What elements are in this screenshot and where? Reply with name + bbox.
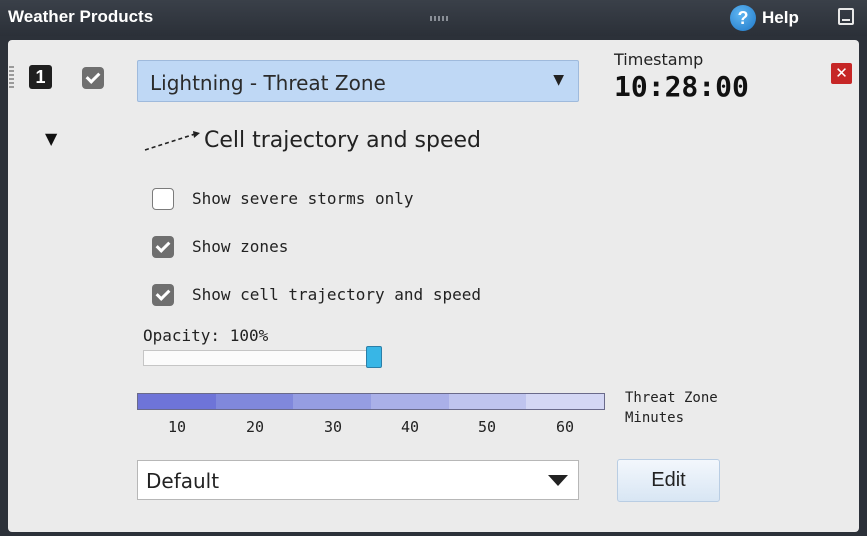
threat-zone-color-scale xyxy=(137,393,605,410)
severe-storms-checkbox[interactable] xyxy=(152,188,174,210)
scale-color-segment xyxy=(526,394,605,409)
scale-color-segment xyxy=(371,394,449,409)
scale-tick-label: 50 xyxy=(477,418,497,436)
scale-tick-label: 10 xyxy=(167,418,187,436)
product-dropdown-value: Lightning - Threat Zone xyxy=(150,71,386,95)
minimize-icon[interactable] xyxy=(838,8,854,25)
scale-color-segment xyxy=(293,394,372,409)
scale-color-segment xyxy=(138,394,216,409)
color-scheme-value: Default xyxy=(146,469,220,493)
legend-text: Cell trajectory and speed xyxy=(204,128,481,153)
help-icon: ? xyxy=(730,5,756,31)
threat-zone-units-label: Threat Zone Minutes xyxy=(625,388,718,428)
scale-tick-label: 30 xyxy=(323,418,343,436)
help-label: Help xyxy=(762,8,799,27)
opacity-label: Opacity: 100% xyxy=(143,326,269,345)
scale-tick-label: 40 xyxy=(400,418,420,436)
timestamp-label: Timestamp xyxy=(614,50,704,69)
opacity-slider-track[interactable] xyxy=(143,350,380,366)
weather-products-panel: Weather Products ? Help 1 Lightning - Th… xyxy=(0,0,867,536)
color-scheme-dropdown[interactable]: Default xyxy=(137,460,579,500)
chevron-down-icon xyxy=(548,475,568,486)
threat-zone-label: Threat Zone xyxy=(625,390,718,406)
opacity-slider-thumb[interactable] xyxy=(366,346,382,368)
cell-trajectory-checkbox[interactable] xyxy=(152,284,174,306)
chevron-down-icon: ▼ xyxy=(553,72,564,88)
product-dropdown[interactable]: Lightning - Threat Zone ▼ xyxy=(137,60,579,102)
scale-tick-label: 60 xyxy=(555,418,575,436)
expand-collapse-icon[interactable]: ▼ xyxy=(45,129,57,148)
severe-storms-label: Show severe storms only xyxy=(192,189,414,208)
drag-grip-icon[interactable] xyxy=(430,16,448,21)
show-zones-label: Show zones xyxy=(192,237,289,256)
scale-color-segment xyxy=(448,394,527,409)
title-bar[interactable]: Weather Products ? Help xyxy=(0,0,867,36)
layer-visibility-checkbox[interactable] xyxy=(82,67,104,89)
edit-button[interactable]: Edit xyxy=(617,459,720,502)
timestamp-value: 10:28:00 xyxy=(614,70,749,103)
layer-number-badge: 1 xyxy=(29,65,52,89)
trajectory-arrow-icon xyxy=(144,131,200,151)
cell-trajectory-label: Show cell trajectory and speed xyxy=(192,285,481,304)
show-zones-checkbox[interactable] xyxy=(152,236,174,258)
minutes-label: Minutes xyxy=(625,410,685,426)
layer-drag-handle-icon[interactable] xyxy=(9,66,14,88)
scale-tick-label: 20 xyxy=(245,418,265,436)
close-icon[interactable]: ✕ xyxy=(831,63,852,84)
window-title: Weather Products xyxy=(8,7,154,26)
scale-color-segment xyxy=(215,394,294,409)
